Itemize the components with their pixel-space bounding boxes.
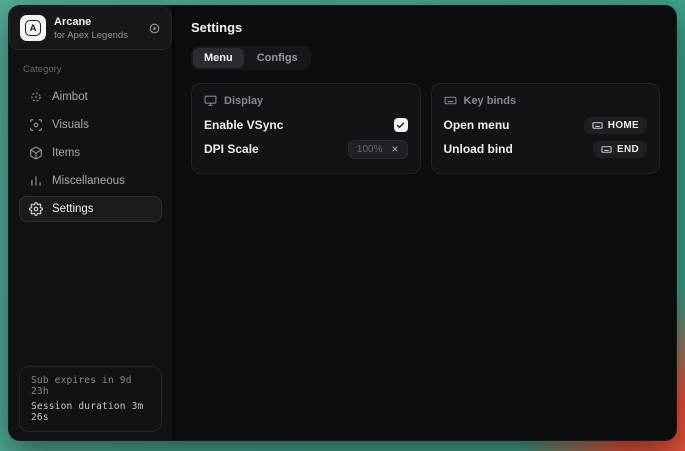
sidebar-item-label: Aimbot (52, 91, 88, 103)
gear-icon (29, 202, 43, 216)
open-menu-label: Open menu (444, 118, 510, 132)
package-icon (29, 146, 43, 160)
dpi-label: DPI Scale (204, 142, 259, 156)
display-card-header: Display (204, 94, 408, 107)
brand-header: A Arcane for Apex Legends (9, 6, 172, 50)
sidebar-item-items[interactable]: Items (19, 140, 162, 166)
target-icon[interactable] (148, 22, 161, 35)
sidebar-item-label: Items (52, 147, 80, 159)
sidebar-nav: Category Aimbot Visuals (9, 50, 172, 224)
settings-tabs: Menu Configs (191, 46, 311, 70)
open-menu-bind-button[interactable]: HOME (584, 117, 647, 134)
sidebar-item-label: Miscellaneous (52, 175, 125, 187)
tab-menu[interactable]: Menu (193, 48, 244, 68)
keybinds-card-title: Key binds (464, 95, 517, 107)
sidebar-item-aimbot[interactable]: Aimbot (19, 84, 162, 110)
main-panel: Settings Menu Configs Display Enable VSy… (175, 6, 676, 440)
vsync-row: Enable VSync (204, 113, 408, 137)
brand-text: Arcane for Apex Legends (54, 16, 128, 41)
sidebar-item-visuals[interactable]: Visuals (19, 112, 162, 138)
crosshair-icon (29, 90, 43, 104)
vsync-checkbox[interactable] (394, 118, 408, 132)
unload-bind-label: Unload bind (444, 142, 513, 156)
dpi-scale-input[interactable]: 100% × (348, 140, 408, 159)
sidebar: A Arcane for Apex Legends Category (9, 6, 172, 440)
sidebar-item-label: Visuals (52, 119, 89, 131)
tab-configs[interactable]: Configs (246, 48, 309, 68)
keybinds-card-header: Key binds (444, 94, 648, 107)
category-label: Category (23, 64, 162, 75)
app-subtitle: for Apex Legends (54, 30, 128, 41)
scan-eye-icon (29, 118, 43, 132)
monitor-icon (204, 94, 217, 107)
keyboard-icon (444, 94, 457, 107)
page-title: Settings (191, 20, 660, 35)
open-menu-row: Open menu HOME (444, 113, 648, 137)
dpi-value: 100% (357, 144, 383, 155)
app-window: A Arcane for Apex Legends Category (8, 5, 677, 441)
display-card-title: Display (224, 95, 263, 107)
open-menu-bind-key: HOME (608, 120, 639, 131)
app-logo: A (20, 15, 46, 41)
clear-icon[interactable]: × (391, 144, 398, 154)
sub-expiry-text: Sub expires in 9d 23h (31, 375, 150, 397)
vsync-label: Enable VSync (204, 118, 283, 132)
logo-letter: A (25, 20, 41, 36)
sidebar-item-label: Settings (52, 203, 94, 215)
session-duration-text: Session duration 3m 26s (31, 401, 150, 423)
settings-cards: Display Enable VSync DPI Scale 100% × (191, 83, 660, 174)
unload-bind-row: Unload bind END (444, 137, 648, 161)
unload-bind-button[interactable]: END (593, 141, 647, 158)
sidebar-item-miscellaneous[interactable]: Miscellaneous (19, 168, 162, 194)
display-card: Display Enable VSync DPI Scale 100% × (191, 83, 421, 174)
sidebar-spacer (9, 224, 172, 366)
subscription-info-card: Sub expires in 9d 23h Session duration 3… (19, 366, 162, 432)
chart-bars-icon (29, 174, 43, 188)
dpi-row: DPI Scale 100% × (204, 137, 408, 161)
unload-bind-key: END (617, 144, 639, 155)
keyboard-icon (601, 144, 612, 155)
sidebar-item-settings[interactable]: Settings (19, 196, 162, 222)
app-name: Arcane (54, 16, 128, 28)
keybinds-card: Key binds Open menu HOME Unload bind (431, 83, 661, 174)
keyboard-icon (592, 120, 603, 131)
